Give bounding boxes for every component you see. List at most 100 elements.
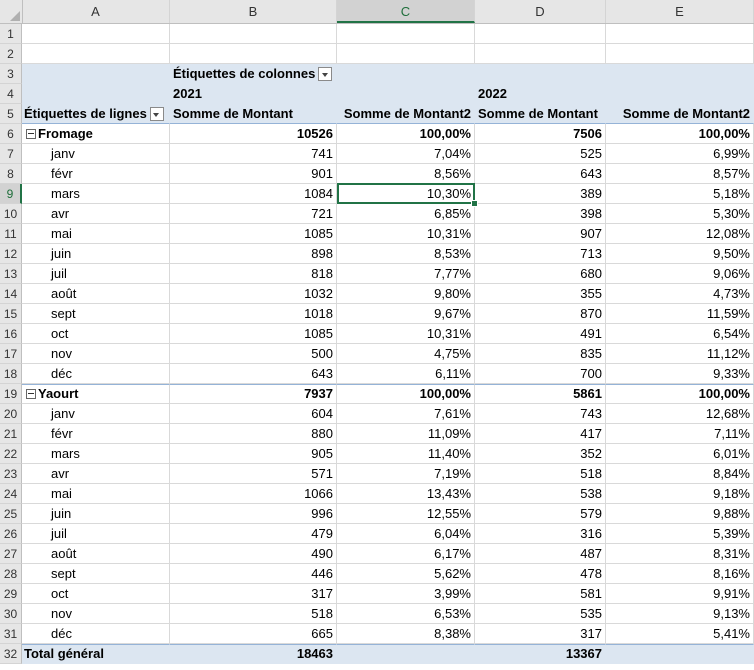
pct-2022[interactable]: 9,06%: [606, 264, 754, 284]
cell-c3[interactable]: [337, 64, 475, 84]
measure2-header-2022[interactable]: Somme de Montant2: [606, 104, 754, 124]
month-label[interactable]: janv: [22, 144, 170, 164]
measure2-header-2021[interactable]: Somme de Montant2: [337, 104, 475, 124]
value-2021[interactable]: 1084: [170, 184, 337, 204]
value-2022[interactable]: 907: [475, 224, 606, 244]
pct-2021[interactable]: 8,56%: [337, 164, 475, 184]
value-2022[interactable]: 835: [475, 344, 606, 364]
value-2022[interactable]: 491: [475, 324, 606, 344]
month-label[interactable]: juin: [22, 504, 170, 524]
value-2021[interactable]: 500: [170, 344, 337, 364]
pct-2022[interactable]: 9,13%: [606, 604, 754, 624]
row-header-17[interactable]: 17: [0, 344, 22, 364]
value-2022[interactable]: 478: [475, 564, 606, 584]
row-header-16[interactable]: 16: [0, 324, 22, 344]
value-2022[interactable]: 352: [475, 444, 606, 464]
month-label[interactable]: mars: [22, 444, 170, 464]
grand-total-label[interactable]: Total général: [22, 644, 170, 664]
month-label[interactable]: sept: [22, 304, 170, 324]
month-label[interactable]: août: [22, 284, 170, 304]
value-2021[interactable]: 818: [170, 264, 337, 284]
row-header-9[interactable]: 9: [0, 184, 22, 204]
year-2022-header[interactable]: 2022: [475, 84, 606, 104]
value-2021[interactable]: 721: [170, 204, 337, 224]
group-total-2022[interactable]: 7506: [475, 124, 606, 144]
value-2021[interactable]: 1085: [170, 224, 337, 244]
row-header-11[interactable]: 11: [0, 224, 22, 244]
group-total-2021[interactable]: 10526: [170, 124, 337, 144]
pct-2022[interactable]: 8,57%: [606, 164, 754, 184]
cell-e3[interactable]: [606, 64, 754, 84]
pct-2022[interactable]: 5,18%: [606, 184, 754, 204]
pct-2021[interactable]: 7,19%: [337, 464, 475, 484]
month-label[interactable]: juil: [22, 524, 170, 544]
value-2022[interactable]: 680: [475, 264, 606, 284]
month-label[interactable]: déc: [22, 364, 170, 384]
pct-2022[interactable]: 5,41%: [606, 624, 754, 644]
group-total-2021[interactable]: 7937: [170, 384, 337, 404]
row-header-31[interactable]: 31: [0, 624, 22, 644]
pct-2022[interactable]: 6,54%: [606, 324, 754, 344]
value-2022[interactable]: 487: [475, 544, 606, 564]
pct-2021[interactable]: 10,31%: [337, 324, 475, 344]
cell-c4[interactable]: [337, 84, 475, 104]
cell-e1[interactable]: [606, 24, 754, 44]
row-header-14[interactable]: 14: [0, 284, 22, 304]
column-header-d[interactable]: D: [475, 0, 606, 23]
row-header-13[interactable]: 13: [0, 264, 22, 284]
pct-2021[interactable]: 11,09%: [337, 424, 475, 444]
value-2022[interactable]: 417: [475, 424, 606, 444]
value-2021[interactable]: 665: [170, 624, 337, 644]
pct-2021[interactable]: 8,53%: [337, 244, 475, 264]
month-label[interactable]: janv: [22, 404, 170, 424]
grand-total-2021[interactable]: 18463: [170, 644, 337, 664]
pct-2022[interactable]: 11,12%: [606, 344, 754, 364]
cell-c1[interactable]: [337, 24, 475, 44]
pct-2021[interactable]: 10,30%: [337, 184, 475, 204]
value-2022[interactable]: 579: [475, 504, 606, 524]
value-2021[interactable]: 317: [170, 584, 337, 604]
row-header-21[interactable]: 21: [0, 424, 22, 444]
pct-2021[interactable]: 6,04%: [337, 524, 475, 544]
value-2022[interactable]: 316: [475, 524, 606, 544]
group-pct-2021[interactable]: 100,00%: [337, 384, 475, 404]
value-2022[interactable]: 700: [475, 364, 606, 384]
pct-2021[interactable]: 11,40%: [337, 444, 475, 464]
cell-d1[interactable]: [475, 24, 606, 44]
month-label[interactable]: févr: [22, 164, 170, 184]
value-2021[interactable]: 905: [170, 444, 337, 464]
value-2021[interactable]: 518: [170, 604, 337, 624]
collapse-icon[interactable]: [26, 129, 36, 139]
row-header-29[interactable]: 29: [0, 584, 22, 604]
row-header-8[interactable]: 8: [0, 164, 22, 184]
row-header-32[interactable]: 32: [0, 644, 22, 664]
group-label-fromage[interactable]: Fromage: [22, 124, 170, 144]
row-header-12[interactable]: 12: [0, 244, 22, 264]
row-header-2[interactable]: 2: [0, 44, 22, 64]
pct-2022[interactable]: 9,91%: [606, 584, 754, 604]
value-2021[interactable]: 446: [170, 564, 337, 584]
row-header-3[interactable]: 3: [0, 64, 22, 84]
value-2021[interactable]: 604: [170, 404, 337, 424]
fill-handle[interactable]: [471, 200, 478, 207]
month-label[interactable]: nov: [22, 344, 170, 364]
pct-2021[interactable]: 7,04%: [337, 144, 475, 164]
value-2021[interactable]: 741: [170, 144, 337, 164]
pct-2021[interactable]: 6,11%: [337, 364, 475, 384]
cell-d2[interactable]: [475, 44, 606, 64]
value-2022[interactable]: 389: [475, 184, 606, 204]
row-header-27[interactable]: 27: [0, 544, 22, 564]
cell-b1[interactable]: [170, 24, 337, 44]
pct-2022[interactable]: 9,88%: [606, 504, 754, 524]
row-header-23[interactable]: 23: [0, 464, 22, 484]
row-header-15[interactable]: 15: [0, 304, 22, 324]
cell-b2[interactable]: [170, 44, 337, 64]
month-label[interactable]: avr: [22, 204, 170, 224]
pct-2022[interactable]: 4,73%: [606, 284, 754, 304]
month-label[interactable]: juil: [22, 264, 170, 284]
cell-e4[interactable]: [606, 84, 754, 104]
pct-2022[interactable]: 8,31%: [606, 544, 754, 564]
row-header-20[interactable]: 20: [0, 404, 22, 424]
pct-2021[interactable]: 9,80%: [337, 284, 475, 304]
grand-total-2022[interactable]: 13367: [475, 644, 606, 664]
